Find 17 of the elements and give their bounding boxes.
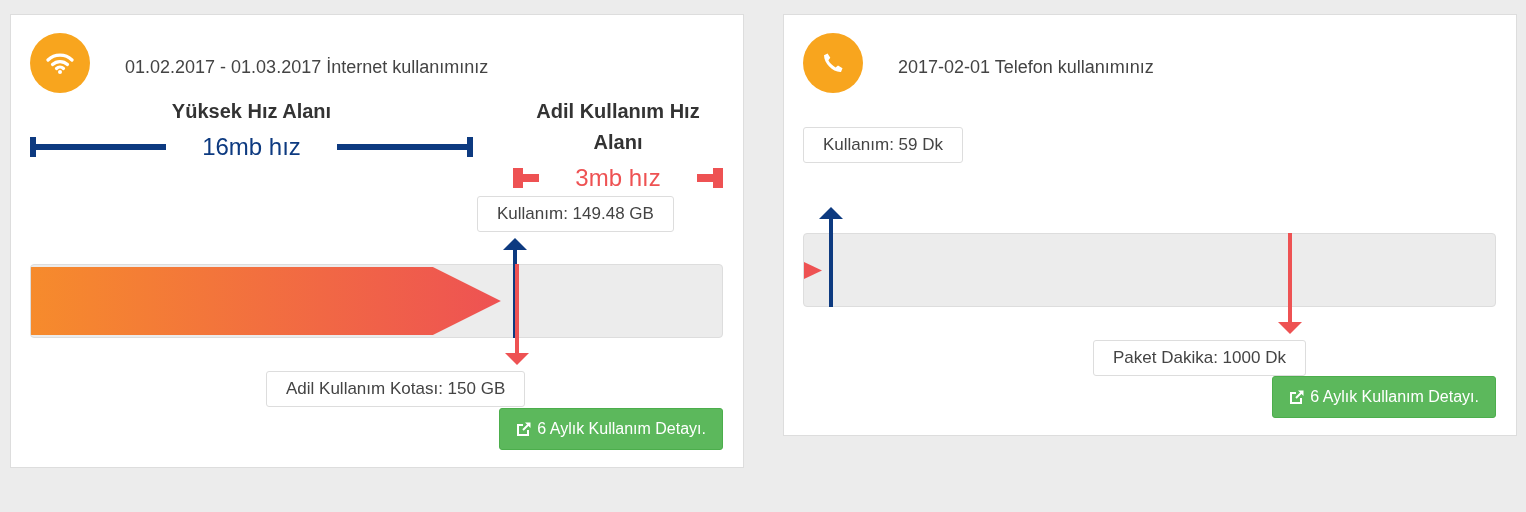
card-title: 01.02.2017 - 01.03.2017 İnternet kullanımınız bbox=[125, 56, 489, 78]
zone-heading: Yüksek Hız Alanı bbox=[170, 99, 333, 124]
speed-label: 3mb hız bbox=[574, 164, 662, 192]
limit-label: Adil Kullanım Kotası: 150 GB bbox=[266, 371, 526, 407]
details-button[interactable]: 6 Aylık Kullanım Detayı. bbox=[1272, 376, 1496, 418]
external-link-icon bbox=[516, 421, 533, 437]
usage-label: Kullanım: 149.48 GB bbox=[477, 196, 674, 232]
phone-icon bbox=[803, 33, 863, 93]
external-link-icon bbox=[1289, 389, 1306, 405]
zone-heading: Adil Kullanım Hız Alanı bbox=[535, 99, 701, 155]
details-button[interactable]: 6 Aylık Kullanım Detayı. bbox=[499, 408, 723, 450]
speed-label: 16mb hız bbox=[201, 133, 302, 161]
limit-label: Paket Dakika: 1000 Dk bbox=[1093, 340, 1306, 376]
wifi-icon bbox=[30, 33, 90, 93]
range-line bbox=[696, 168, 723, 188]
usage-label: Kullanım: 59 Dk bbox=[803, 127, 963, 163]
card-title: 2017-02-01 Telefon kullanımınız bbox=[898, 56, 1154, 78]
